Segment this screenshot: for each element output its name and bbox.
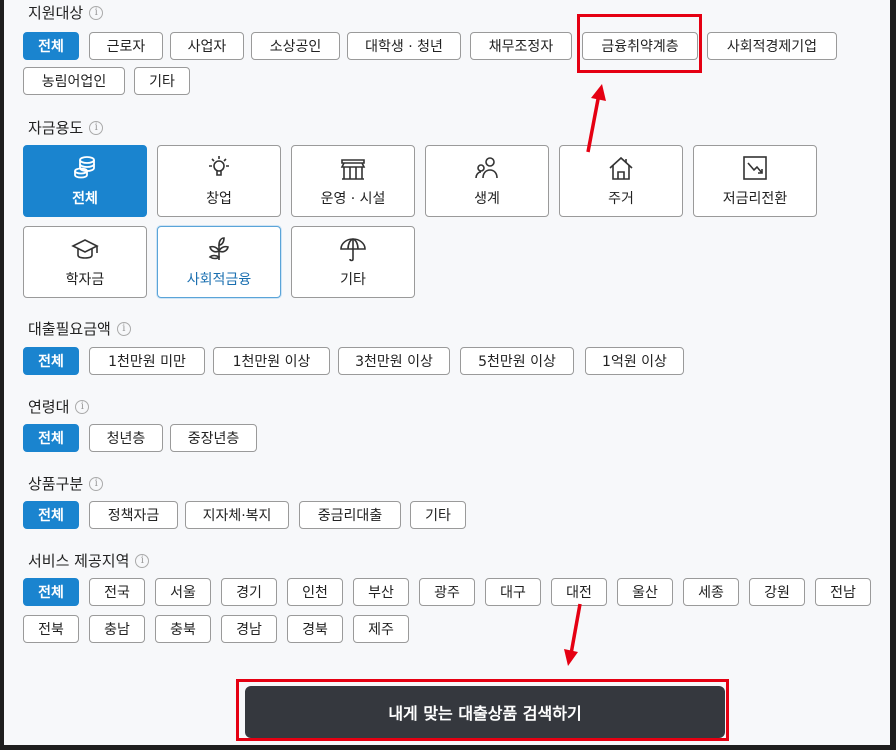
section-title-target: 지원대상 i (28, 2, 104, 23)
purpose-tile[interactable]: 주거 (559, 145, 683, 217)
target-chip[interactable]: 대학생 · 청년 (347, 32, 461, 60)
purpose-tile[interactable]: 저금리전환 (693, 145, 817, 217)
amount-chip[interactable]: 1천만원 미만 (89, 347, 205, 375)
region-chip[interactable]: 전체 (23, 578, 79, 606)
region-chip[interactable]: 울산 (617, 578, 673, 606)
purpose-tile-label: 학자금 (65, 272, 105, 288)
region-chip[interactable]: 충북 (155, 615, 211, 643)
info-icon[interactable]: i (135, 553, 150, 568)
region-chip[interactable]: 부산 (353, 578, 409, 606)
target-chip[interactable]: 농림어업인 (23, 67, 125, 95)
sprout-icon (208, 237, 229, 260)
section-title-amount: 대출필요금액 i (28, 318, 131, 339)
purpose-tile-label: 주거 (608, 191, 634, 207)
lightbulb-icon (209, 156, 229, 176)
product-chip[interactable]: 전체 (23, 501, 79, 529)
amount-chip[interactable]: 1억원 이상 (585, 347, 684, 375)
purpose-tile-social-finance[interactable]: 사회적금융 (157, 226, 281, 298)
section-title-label: 자금용도 (28, 119, 84, 137)
store-icon (340, 159, 366, 180)
amount-chip[interactable]: 3천만원 이상 (338, 347, 450, 375)
region-chip[interactable]: 충남 (89, 615, 145, 643)
region-chip[interactable]: 강원 (749, 578, 805, 606)
region-chip[interactable]: 전국 (89, 578, 145, 606)
graduation-cap-icon (71, 239, 99, 259)
purpose-tile[interactable]: 학자금 (23, 226, 147, 298)
region-chip[interactable]: 대구 (485, 578, 541, 606)
age-chip[interactable]: 중장년층 (170, 424, 257, 452)
section-title-label: 연령대 (28, 398, 70, 416)
purpose-tile-label: 창업 (206, 191, 232, 207)
section-title-product: 상품구분 i (28, 473, 104, 494)
product-chip[interactable]: 기타 (410, 501, 466, 529)
highlight-box (577, 14, 702, 73)
section-title-label: 서비스 제공지역 (28, 552, 130, 570)
info-icon[interactable]: i (75, 399, 90, 414)
red-arrow-up-icon (586, 84, 606, 153)
target-chip[interactable]: 소상공인 (251, 32, 340, 60)
people-icon (475, 157, 498, 179)
target-chip[interactable]: 근로자 (89, 32, 163, 60)
age-chip[interactable]: 전체 (23, 424, 79, 452)
section-title-age: 연령대 i (28, 396, 90, 417)
amount-chip[interactable]: 1천만원 이상 (213, 347, 330, 375)
region-chip[interactable]: 경기 (221, 578, 277, 606)
amount-chip[interactable]: 전체 (23, 347, 79, 375)
purpose-tile-label: 운영 · 시설 (320, 191, 386, 207)
purpose-tile[interactable]: 전체 (23, 145, 147, 217)
target-chip[interactable]: 전체 (23, 32, 79, 60)
info-icon[interactable]: i (116, 321, 131, 336)
purpose-tile-label: 저금리전환 (722, 191, 788, 207)
amount-chip[interactable]: 5천만원 이상 (460, 347, 574, 375)
purpose-tile-label: 생계 (474, 191, 500, 207)
purpose-tile[interactable]: 기타 (291, 226, 415, 298)
region-chip[interactable]: 제주 (353, 615, 409, 643)
section-title-label: 지원대상 (28, 4, 84, 22)
chart-down-icon (743, 156, 767, 180)
age-chip[interactable]: 청년층 (89, 424, 163, 452)
target-chip[interactable]: 기타 (134, 67, 190, 95)
purpose-tile-label: 전체 (72, 191, 98, 207)
filter-panel: 지원대상 i 전체 근로자 사업자 소상공인 대학생 · 청년 채무조정자 금융… (4, 0, 890, 745)
region-chip[interactable]: 서울 (155, 578, 211, 606)
target-chip[interactable]: 사업자 (170, 32, 244, 60)
section-title-region: 서비스 제공지역 i (28, 550, 150, 571)
product-chip[interactable]: 중금리대출 (299, 501, 401, 529)
red-arrow-down-icon (564, 603, 582, 666)
purpose-tile[interactable]: 생계 (425, 145, 549, 217)
coins-icon (74, 156, 95, 179)
purpose-tile-label: 사회적금융 (186, 272, 252, 288)
product-chip[interactable]: 지자체·복지 (185, 501, 289, 529)
highlight-box (236, 679, 729, 741)
info-icon[interactable]: i (89, 120, 104, 135)
section-title-label: 대출필요금액 (28, 320, 111, 338)
target-chip[interactable]: 채무조정자 (470, 32, 572, 60)
region-chip[interactable]: 세종 (683, 578, 739, 606)
purpose-tile[interactable]: 창업 (157, 145, 281, 217)
info-icon[interactable]: i (89, 5, 104, 20)
target-chip[interactable]: 사회적경제기업 (707, 32, 837, 60)
purpose-tile[interactable]: 운영 · 시설 (291, 145, 415, 217)
section-title-purpose: 자금용도 i (28, 117, 104, 138)
purpose-tile-label: 기타 (340, 272, 366, 288)
region-chip[interactable]: 전북 (23, 615, 79, 643)
region-chip[interactable]: 인천 (287, 578, 343, 606)
region-chip[interactable]: 경남 (221, 615, 277, 643)
region-chip[interactable]: 경북 (287, 615, 343, 643)
product-chip[interactable]: 정책자금 (89, 501, 178, 529)
umbrella-icon (340, 238, 366, 262)
section-title-label: 상품구분 (28, 475, 84, 493)
house-icon (609, 156, 633, 180)
region-chip[interactable]: 전남 (815, 578, 871, 606)
region-chip[interactable]: 광주 (419, 578, 475, 606)
info-icon[interactable]: i (89, 476, 104, 491)
